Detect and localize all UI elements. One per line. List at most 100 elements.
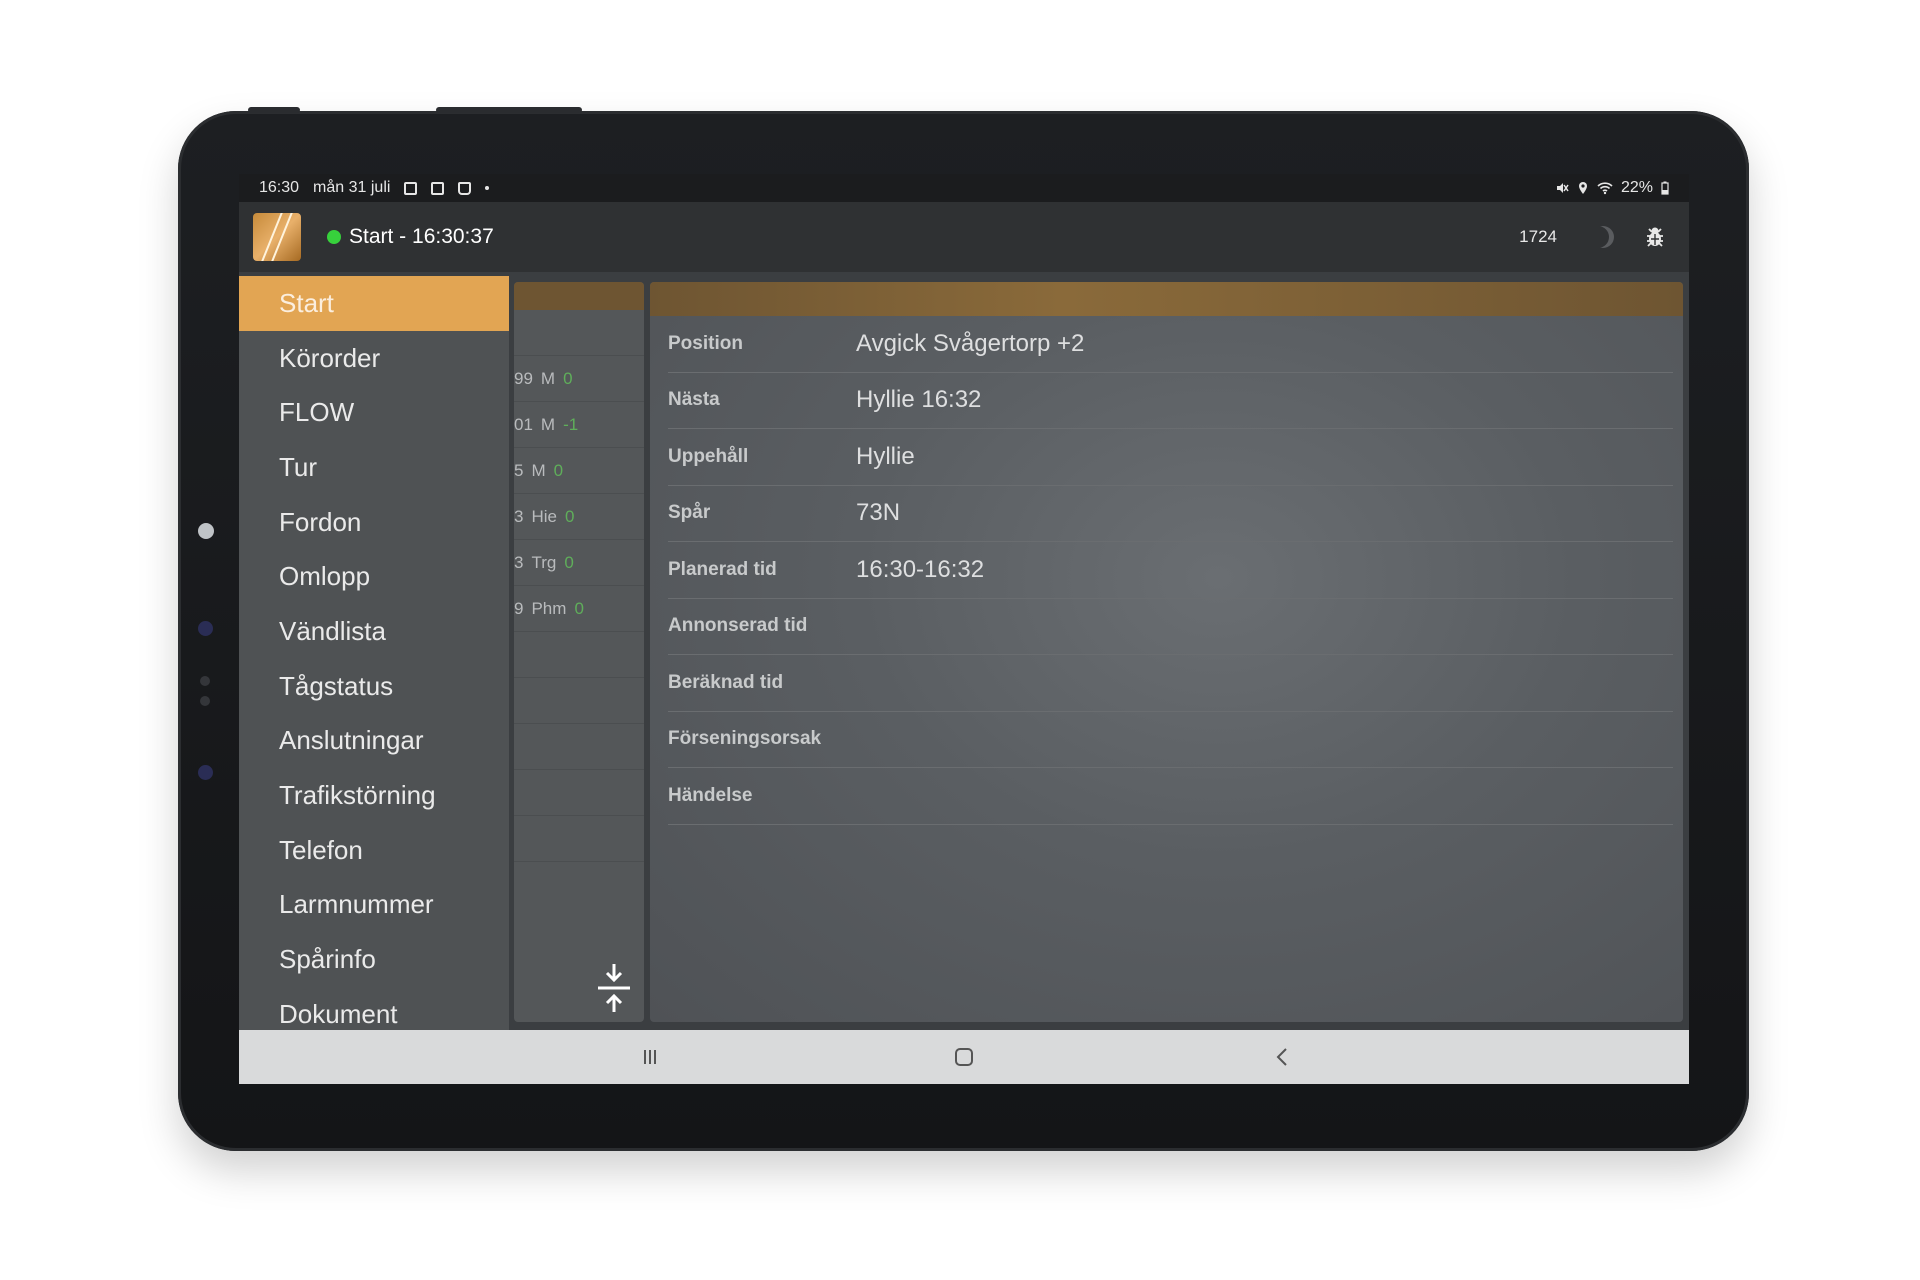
train-list: 99 M 0 01 M -1 5 M 0 3 Hie 0 3 Trg 0 9 Phm 0 (514, 310, 644, 862)
detail-label: Uppehåll (668, 445, 749, 467)
list-item-delay: 0 (563, 368, 573, 388)
drawer-item-3[interactable]: Tur (239, 440, 509, 495)
list-item-delay: 0 (564, 552, 574, 572)
detail-row: Spår 73N (668, 486, 1673, 542)
power-button (436, 107, 582, 113)
detail-value: Avgick Svågertorp +2 (856, 329, 1085, 357)
drawer-item-4[interactable]: Fordon (239, 495, 509, 550)
detail-row: Beräknad tid (668, 655, 1673, 712)
sensor-icon (200, 676, 210, 686)
shopping-bag-icon (458, 181, 472, 195)
detail-value: Hyllie 16:32 (856, 386, 982, 414)
detail-label: Beräknad tid (668, 671, 784, 693)
drawer-item-13[interactable]: Dokument (239, 987, 509, 1030)
detail-value: 16:30-16:32 (856, 555, 985, 583)
list-item[interactable]: 5M0 (514, 448, 644, 494)
train-list-panel: 99 M 0 01 M -1 5 M 0 3 Hie 0 3 Trg 0 9 Phm 0 (514, 282, 644, 1022)
front-camera-icon (198, 523, 214, 539)
bug-report-icon[interactable] (1645, 226, 1665, 248)
list-item[interactable] (514, 770, 644, 816)
volume-button (248, 107, 300, 113)
detail-label: Spår (668, 502, 711, 524)
list-item[interactable] (514, 724, 644, 770)
gallery-icon (404, 181, 418, 195)
list-item-delay: -1 (563, 414, 579, 434)
train-number-badge[interactable]: 1724 (1519, 227, 1557, 247)
list-item-id: 99 (514, 368, 533, 388)
train-details-panel: Position Avgick Svågertorp +2 Nästa Hyllie … (650, 282, 1683, 1022)
list-item[interactable]: 99 M 0 (514, 356, 644, 402)
drawer-item-1[interactable]: Körorder (239, 331, 509, 386)
list-item-code: Trg (531, 552, 557, 572)
drawer-item-11[interactable]: Larmnummer (239, 878, 509, 933)
list-item-code: Hie (531, 506, 557, 526)
list-item-code: M (531, 460, 546, 480)
list-item-code: M (540, 368, 556, 388)
list-item-delay: 0 (553, 460, 564, 480)
detail-row: Position Avgick Svågertorp +2 (668, 316, 1673, 373)
home-icon[interactable] (951, 1044, 977, 1070)
app-logo (253, 213, 301, 261)
sensor-icon (198, 621, 213, 636)
mute-icon (1556, 183, 1569, 193)
list-item-id: 9 (514, 598, 524, 618)
drawer-item-7[interactable]: Tågstatus (239, 659, 509, 714)
system-navigation-bar (239, 1030, 1689, 1084)
recent-apps-icon[interactable] (637, 1044, 663, 1070)
train-list-header (514, 282, 644, 310)
drawer-item-0[interactable]: Start (239, 276, 509, 331)
list-item-delay: 0 (574, 598, 584, 618)
device-screen: 16:30 mån 31 juli 22% Start - 16:30:37 1… (239, 174, 1689, 1084)
page-title: Start - 16:30:37 (349, 225, 494, 248)
detail-label: Händelse (668, 784, 753, 806)
detail-row: Planerad tid 16:30-16:32 (668, 542, 1673, 599)
detail-label: Position (668, 332, 743, 354)
detail-row: Annonserad tid (668, 599, 1673, 655)
detail-label: Nästa (668, 389, 720, 411)
drawer-item-10[interactable]: Telefon (239, 823, 509, 878)
more-notifications-icon (485, 186, 490, 190)
drawer-item-5[interactable]: Omlopp (239, 549, 509, 604)
status-time: 16:30 (259, 179, 300, 196)
drawer-item-2[interactable]: FLOW (239, 385, 509, 440)
detail-row: Uppehåll Hyllie (668, 429, 1673, 486)
wifi-icon (1597, 182, 1613, 195)
list-item-id: 3 (514, 506, 524, 526)
detail-label: Planerad tid (668, 558, 777, 580)
details-list: Position Avgick Svågertorp +2 Nästa Hyllie … (650, 316, 1683, 825)
drawer-item-6[interactable]: Vändlista (239, 604, 509, 659)
battery-charging-icon (1661, 181, 1669, 195)
detail-row: Förseningsorsak (668, 712, 1673, 768)
list-item-code: M (540, 414, 556, 434)
drawer-item-9[interactable]: Trafikstörning (239, 768, 509, 823)
night-mode-icon[interactable] (1587, 226, 1609, 248)
list-item[interactable] (514, 310, 644, 356)
list-item-id: 3 (514, 552, 524, 572)
list-item[interactable] (514, 678, 644, 724)
list-item-id: 5 (514, 460, 524, 480)
drawer-item-12[interactable]: Spårinfo (239, 932, 509, 987)
list-item[interactable] (514, 632, 644, 678)
screenshot-icon (431, 181, 445, 195)
list-item[interactable]: 3 Trg 0 (514, 540, 644, 586)
drawer-item-8[interactable]: Anslutningar (239, 714, 509, 769)
list-item[interactable]: 9 Phm 0 (514, 586, 644, 632)
details-header (650, 282, 1683, 316)
list-item-delay: 0 (564, 506, 575, 526)
list-item-code: Phm (531, 598, 567, 618)
back-icon[interactable] (1270, 1044, 1296, 1070)
status-date: mån 31 juli (313, 179, 391, 196)
battery-percent: 22% (1620, 179, 1653, 196)
location-icon (1578, 182, 1587, 194)
detail-label: Förseningsorsak (668, 728, 822, 750)
detail-value: 73N (856, 499, 901, 527)
detail-value: Hyllie (856, 442, 915, 470)
list-item[interactable]: 3 Hie 0 (514, 494, 644, 540)
app-bar: Start - 16:30:37 1724 (239, 202, 1689, 272)
sensor-icon (198, 765, 213, 780)
collapse-icon[interactable] (594, 960, 634, 1016)
list-item[interactable]: 01 M -1 (514, 402, 644, 448)
navigation-drawer: Start Körorder FLOW Tur Fordon Omlopp Vändlist… (239, 276, 509, 1030)
list-item[interactable] (514, 816, 644, 862)
list-item-id: 01 (514, 414, 533, 434)
